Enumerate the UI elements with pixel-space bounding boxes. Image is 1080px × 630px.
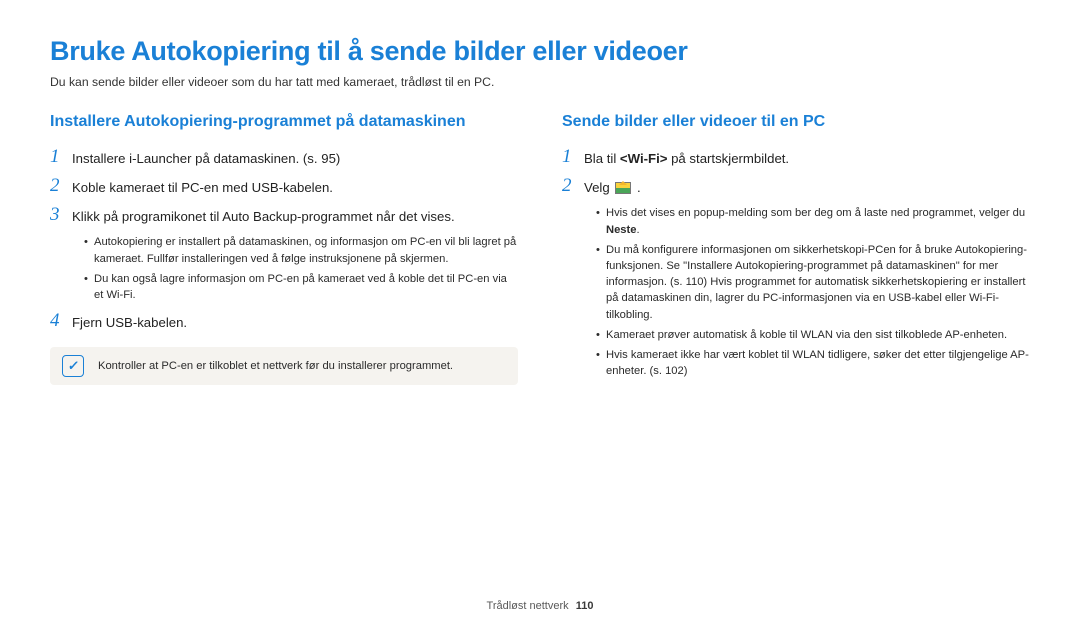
- page-title: Bruke Autokopiering til å sende bilder e…: [50, 36, 1030, 67]
- step-text: Velg .: [584, 176, 641, 197]
- note-text: Kontroller at PC-en er tilkoblet et nett…: [98, 360, 453, 372]
- note-box: ✓ Kontroller at PC-en er tilkoblet et ne…: [50, 347, 518, 385]
- bullet-item: Du kan også lagre informasjon om PC-en p…: [84, 271, 518, 303]
- left-step-3-bullets: Autokopiering er installert på datamaski…: [84, 234, 518, 303]
- right-step-1: 1 Bla til <Wi-Fi> på startskjermbildet.: [562, 147, 1030, 168]
- page: Bruke Autokopiering til å sende bilder e…: [0, 0, 1080, 388]
- footer-page-number: 110: [576, 600, 594, 612]
- step-text: Installere i-Launcher på datamaskinen. (…: [72, 147, 340, 168]
- left-section-heading: Installere Autokopiering-programmet på d…: [50, 113, 518, 131]
- step-text: Fjern USB-kabelen.: [72, 311, 187, 332]
- bullet-item: Autokopiering er installert på datamaski…: [84, 234, 518, 266]
- step-text: Koble kameraet til PC-en med USB-kabelen…: [72, 176, 333, 197]
- page-footer: Trådløst nettverk 110: [0, 600, 1080, 612]
- step-text: Klikk på programikonet til Auto Backup-p…: [72, 205, 455, 226]
- step-text: Bla til <Wi-Fi> på startskjermbildet.: [584, 147, 789, 168]
- left-step-4: 4 Fjern USB-kabelen.: [50, 311, 518, 332]
- columns: Installere Autokopiering-programmet på d…: [50, 113, 1030, 388]
- footer-section: Trådløst nettverk: [487, 600, 569, 612]
- right-step-2-bullets: Hvis det vises en popup-melding som ber …: [596, 205, 1030, 379]
- text-span: .: [636, 224, 639, 236]
- bold-text: Neste: [606, 224, 636, 236]
- left-step-2: 2 Koble kameraet til PC-en med USB-kabel…: [50, 176, 518, 197]
- bold-text: <Wi-Fi>: [620, 151, 668, 166]
- note-icon: ✓: [62, 355, 84, 377]
- bullet-item: Hvis det vises en popup-melding som ber …: [596, 205, 1030, 237]
- right-section-heading: Sende bilder eller videoer til en PC: [562, 113, 1030, 131]
- step-number-icon: 2: [562, 176, 584, 197]
- step-number-icon: 1: [562, 147, 584, 168]
- bullet-item: Kameraet prøver automatisk å koble til W…: [596, 327, 1030, 343]
- bullet-item: Hvis kameraet ikke har vært koblet til W…: [596, 347, 1030, 379]
- left-step-3: 3 Klikk på programikonet til Auto Backup…: [50, 205, 518, 226]
- photo-icon: [615, 182, 631, 194]
- intro-text: Du kan sende bilder eller videoer som du…: [50, 75, 1030, 89]
- text-span: Velg: [584, 180, 613, 195]
- text-span: på startskjermbildet.: [667, 151, 789, 166]
- step-number-icon: 1: [50, 147, 72, 168]
- right-step-2: 2 Velg .: [562, 176, 1030, 197]
- text-span: Bla til: [584, 151, 620, 166]
- bullet-item: Du må konfigurere informasjonen om sikke…: [596, 242, 1030, 323]
- right-column: Sende bilder eller videoer til en PC 1 B…: [562, 113, 1030, 388]
- step-number-icon: 3: [50, 205, 72, 226]
- left-column: Installere Autokopiering-programmet på d…: [50, 113, 518, 388]
- step-number-icon: 2: [50, 176, 72, 197]
- left-step-1: 1 Installere i-Launcher på datamaskinen.…: [50, 147, 518, 168]
- text-span: Hvis det vises en popup-melding som ber …: [606, 207, 1025, 219]
- step-number-icon: 4: [50, 311, 72, 332]
